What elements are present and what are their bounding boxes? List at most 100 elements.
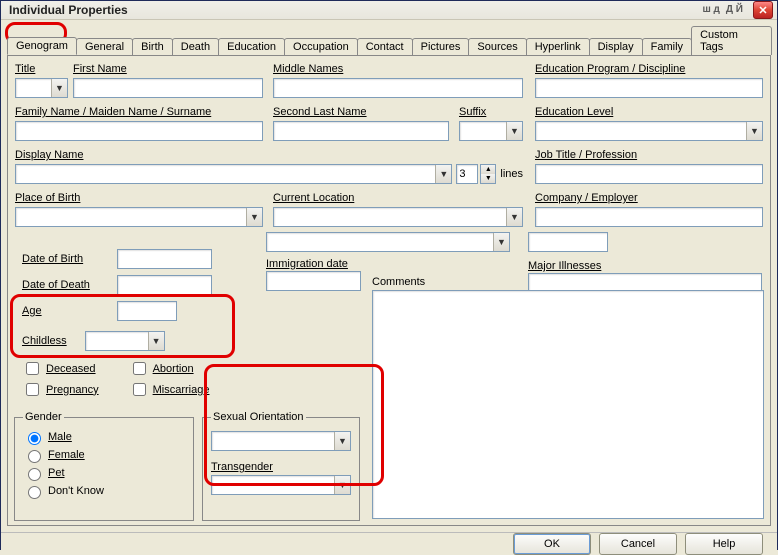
transgender-select[interactable]: ▼ bbox=[211, 475, 351, 495]
gender-group: Gender Male Female Pet Don't Know bbox=[14, 411, 194, 521]
age-input[interactable] bbox=[117, 301, 177, 321]
comments-field: Comments bbox=[372, 276, 764, 519]
gender-female-radio[interactable]: Female bbox=[23, 447, 185, 463]
display-name-select[interactable]: ▼ bbox=[15, 164, 452, 184]
chevron-down-icon: ▼ bbox=[506, 122, 522, 140]
tab-occupation[interactable]: Occupation bbox=[284, 38, 358, 55]
gender-male-radio[interactable]: Male bbox=[23, 429, 185, 445]
orientation-group: Sexual Orientation ▼ Transgender ▼ bbox=[202, 411, 360, 521]
title-label: Title bbox=[15, 63, 71, 75]
window-title: Individual Properties bbox=[9, 3, 700, 17]
major-illnesses-label: Major Illnesses bbox=[528, 260, 762, 272]
income-input[interactable] bbox=[528, 232, 608, 252]
tab-sources[interactable]: Sources bbox=[468, 38, 526, 55]
sexual-orientation-select[interactable]: ▼ bbox=[211, 431, 351, 451]
chevron-down-icon: ▼ bbox=[51, 79, 67, 97]
ocr-mode-icon[interactable]: ш д bbox=[700, 5, 721, 15]
chevron-down-icon: ▼ bbox=[435, 165, 451, 183]
tab-strip: Genogram General Birth Death Education O… bbox=[1, 20, 777, 55]
lines-spinner[interactable]: ▲▼ bbox=[456, 164, 496, 184]
tab-display[interactable]: Display bbox=[589, 38, 643, 55]
gender-legend: Gender bbox=[23, 411, 64, 423]
second-last-name-label: Second Last Name bbox=[273, 106, 449, 118]
childless-select[interactable]: ▼ bbox=[85, 331, 165, 351]
suffix-label: Suffix bbox=[459, 106, 523, 118]
first-name-label: First Name bbox=[73, 63, 263, 75]
chevron-down-icon: ▼ bbox=[246, 208, 262, 226]
tab-hyperlink[interactable]: Hyperlink bbox=[526, 38, 590, 55]
ocr-mode-icon-2[interactable]: Д Й bbox=[724, 5, 745, 15]
second-last-name-input[interactable] bbox=[273, 121, 449, 141]
tab-contact[interactable]: Contact bbox=[357, 38, 413, 55]
place-of-birth-select[interactable]: ▼ bbox=[15, 207, 263, 227]
chevron-down-icon: ▼ bbox=[148, 332, 164, 350]
immigration-date-input[interactable] bbox=[266, 271, 361, 291]
tab-education[interactable]: Education bbox=[218, 38, 285, 55]
comments-textarea[interactable] bbox=[372, 290, 764, 519]
company-input[interactable] bbox=[535, 207, 763, 227]
chevron-down-icon: ▼ bbox=[334, 476, 350, 494]
help-button[interactable]: Help bbox=[685, 533, 763, 555]
cancel-button[interactable]: Cancel bbox=[599, 533, 677, 555]
job-title-label: Job Title / Profession bbox=[535, 149, 763, 161]
chevron-down-icon: ▼ bbox=[334, 432, 350, 450]
gender-pet-radio[interactable]: Pet bbox=[23, 465, 185, 481]
dialog-buttons: OK Cancel Help bbox=[1, 532, 777, 555]
suffix-select[interactable]: ▼ bbox=[459, 121, 523, 141]
comments-label: Comments bbox=[372, 276, 764, 288]
edu-level-select[interactable]: ▼ bbox=[535, 121, 763, 141]
edu-program-label: Education Program / Discipline bbox=[535, 63, 763, 75]
tab-general[interactable]: General bbox=[76, 38, 133, 55]
ok-button[interactable]: OK bbox=[513, 533, 591, 555]
dob-label: Date of Birth bbox=[22, 253, 107, 265]
miscarriage-checkbox[interactable]: Miscarriage bbox=[129, 380, 210, 399]
spinner-arrows[interactable]: ▲▼ bbox=[480, 164, 496, 184]
current-location-select[interactable]: ▼ bbox=[273, 207, 523, 227]
sexual-orientation-legend: Sexual Orientation bbox=[211, 411, 306, 423]
dob-input[interactable] bbox=[117, 249, 212, 269]
chevron-down-icon: ▼ bbox=[746, 122, 762, 140]
deceased-checkbox[interactable]: Deceased bbox=[22, 359, 99, 378]
tab-family[interactable]: Family bbox=[642, 38, 692, 55]
close-button[interactable]: ✕ bbox=[753, 1, 773, 19]
tab-birth[interactable]: Birth bbox=[132, 38, 173, 55]
family-name-label: Family Name / Maiden Name / Surname bbox=[15, 106, 263, 118]
gender-dontknow-radio[interactable]: Don't Know bbox=[23, 483, 185, 499]
dod-input[interactable] bbox=[117, 275, 212, 295]
immigration-date-label: Immigration date bbox=[266, 258, 510, 270]
dod-label: Date of Death bbox=[22, 279, 107, 291]
edu-level-label: Education Level bbox=[535, 106, 763, 118]
tab-pictures[interactable]: Pictures bbox=[412, 38, 470, 55]
tab-death[interactable]: Death bbox=[172, 38, 219, 55]
chevron-down-icon: ▼ bbox=[493, 233, 509, 251]
dialog-window: Individual Properties ш д Д Й ✕ Genogram… bbox=[0, 0, 778, 550]
family-name-input[interactable] bbox=[15, 121, 263, 141]
titlebar-controls: ш д Д Й ✕ bbox=[700, 1, 773, 19]
title-select[interactable]: ▼ bbox=[15, 78, 68, 98]
chevron-down-icon: ▼ bbox=[506, 208, 522, 226]
lines-value[interactable] bbox=[456, 164, 478, 184]
tab-genogram[interactable]: Genogram bbox=[7, 37, 77, 55]
immigrated-from-select[interactable]: ▼ bbox=[266, 232, 510, 252]
pregnancy-checkbox[interactable]: Pregnancy bbox=[22, 380, 99, 399]
first-name-input[interactable] bbox=[73, 78, 263, 98]
tab-custom-tags[interactable]: Custom Tags bbox=[691, 26, 772, 55]
job-title-input[interactable] bbox=[535, 164, 763, 184]
genogram-panel: Title First Name Middle Names Education … bbox=[7, 55, 771, 526]
current-location-label: Current Location bbox=[273, 192, 523, 204]
form-layout: Title First Name Middle Names Education … bbox=[14, 62, 764, 247]
company-label: Company / Employer bbox=[535, 192, 763, 204]
chevron-up-icon: ▲ bbox=[481, 165, 495, 174]
title-bar: Individual Properties ш д Д Й ✕ bbox=[1, 1, 777, 20]
chevron-down-icon: ▼ bbox=[481, 174, 495, 183]
abortion-checkbox[interactable]: Abortion bbox=[129, 359, 210, 378]
display-name-label: Display Name bbox=[15, 149, 523, 161]
transgender-label: Transgender bbox=[211, 461, 351, 473]
place-of-birth-label: Place of Birth bbox=[15, 192, 263, 204]
lines-suffix: lines bbox=[500, 168, 523, 180]
middle-names-label: Middle Names bbox=[273, 63, 523, 75]
age-label: Age bbox=[22, 305, 107, 317]
childless-label: Childless bbox=[22, 335, 67, 347]
middle-names-input[interactable] bbox=[273, 78, 523, 98]
edu-program-input[interactable] bbox=[535, 78, 763, 98]
